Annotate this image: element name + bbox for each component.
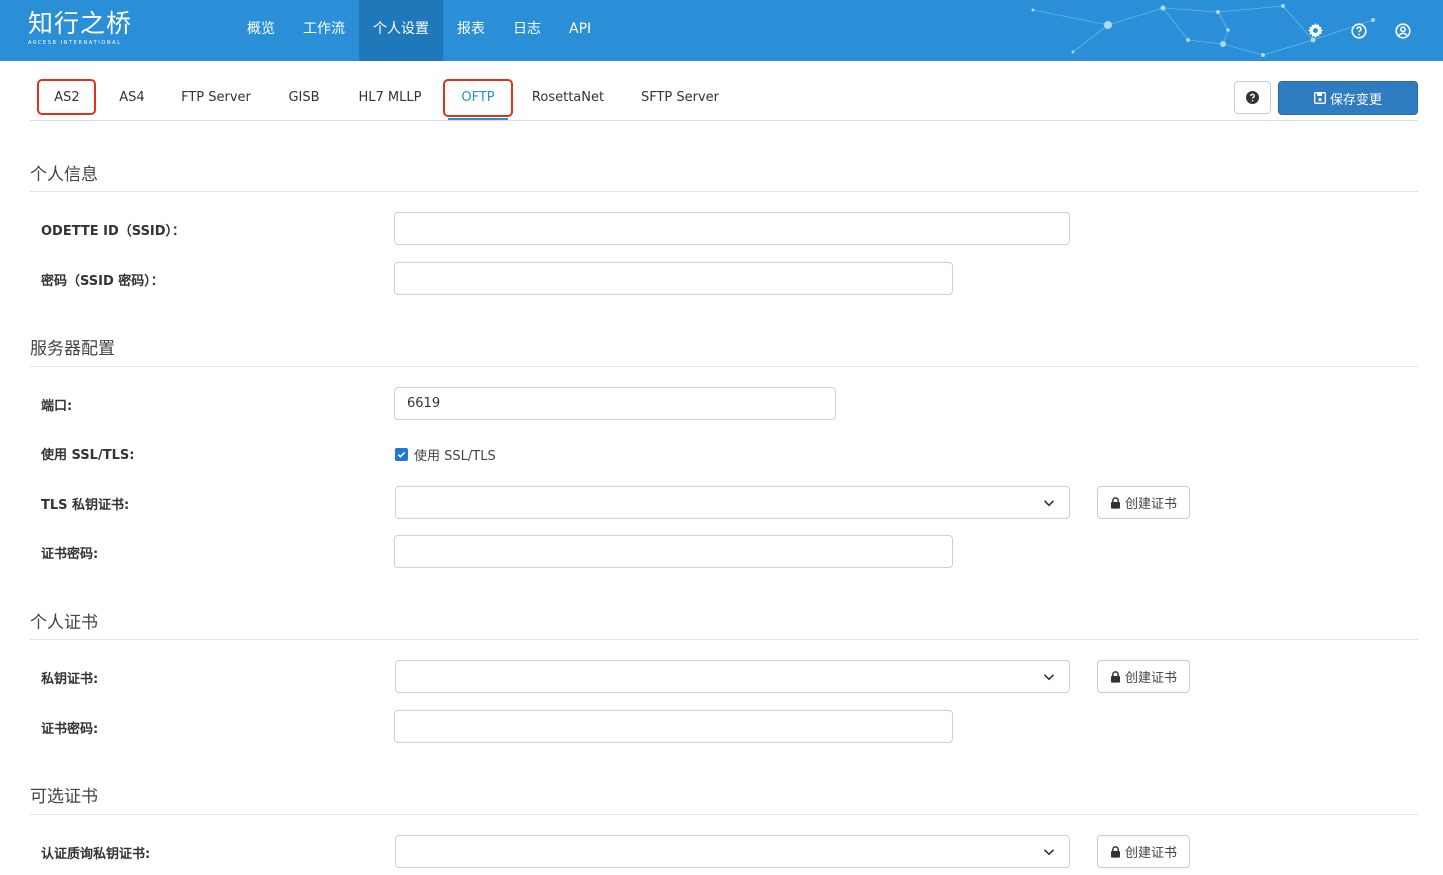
port-label: 端口: (41, 399, 73, 414)
top-navbar: 知行之桥 ARCESB INTERNATIONAL 概览 工作流 个人设置 报表… (0, 0, 1443, 61)
nav-item-profile[interactable]: 个人设置 (359, 0, 443, 61)
top-icon-group (1305, 0, 1413, 61)
tls-cert-label: TLS 私钥证书: (41, 498, 130, 513)
ssl-tls-label: 使用 SSL/TLS: (41, 448, 135, 463)
gear-icon[interactable] (1305, 21, 1325, 41)
section-title-personal-cert: 个人证书 (30, 613, 98, 633)
tab-rosettanet[interactable]: RosettaNet (527, 82, 609, 120)
tab-sftp-server[interactable]: SFTP Server (633, 82, 727, 120)
lock-icon (1110, 845, 1120, 858)
lock-icon (1110, 670, 1120, 683)
section-title-optional-cert: 可选证书 (30, 787, 98, 807)
brand-logo[interactable]: 知行之桥 ARCESB INTERNATIONAL (28, 10, 132, 47)
odette-id-label: ODETTE ID（SSID）： (41, 224, 186, 239)
server-cert-password-label: 证书密码: (41, 547, 99, 562)
section-title-server-config: 服务器配置 (30, 339, 115, 359)
create-cert-label: 创建证书 (1124, 846, 1177, 861)
create-cert-label: 创建证书 (1124, 671, 1177, 686)
tab-as2[interactable]: AS2 (42, 82, 92, 120)
create-private-cert-button[interactable]: 创建证书 (1097, 660, 1190, 693)
section-divider (30, 191, 1418, 192)
tls-cert-select[interactable] (395, 486, 1070, 519)
checkmark-icon (397, 451, 406, 458)
tab-as4[interactable]: AS4 (112, 82, 152, 120)
ssid-password-label: 密码（SSID 密码）： (41, 274, 164, 289)
private-cert-select[interactable] (395, 660, 1070, 693)
chevron-down-icon (1043, 849, 1055, 856)
tab-gisb[interactable]: GISB (280, 82, 328, 120)
save-changes-button[interactable]: 保存变更 (1278, 81, 1418, 115)
auth-challenge-cert-label: 认证质询私钥证书: (41, 847, 151, 862)
nav-item-workflow[interactable]: 工作流 (289, 0, 359, 61)
save-changes-label: 保存变更 (1329, 92, 1382, 108)
private-cert-label: 私钥证书: (41, 672, 99, 687)
nav-item-reports[interactable]: 报表 (443, 0, 499, 61)
section-divider (30, 366, 1418, 367)
auth-challenge-cert-select[interactable] (395, 835, 1070, 868)
tab-hl7-mllp[interactable]: HL7 MLLP (350, 82, 430, 120)
nav-item-overview[interactable]: 概览 (233, 0, 289, 61)
user-circle-icon[interactable] (1393, 21, 1413, 41)
floppy-disk-icon (1314, 92, 1326, 104)
section-title-personal-info: 个人信息 (30, 165, 98, 185)
chevron-down-icon (1043, 674, 1055, 681)
section-divider (30, 639, 1418, 640)
logo-subtext: ARCESB INTERNATIONAL (28, 40, 122, 46)
lock-icon (1110, 496, 1120, 509)
tab-ftp-server[interactable]: FTP Server (175, 82, 257, 120)
port-input[interactable] (394, 387, 836, 420)
nav-item-logs[interactable]: 日志 (499, 0, 555, 61)
main-nav: 概览 工作流 个人设置 报表 日志 API (233, 0, 605, 61)
ssid-password-input[interactable] (394, 262, 953, 295)
create-auth-cert-button[interactable]: 创建证书 (1097, 835, 1190, 868)
question-circle-icon[interactable] (1349, 21, 1369, 41)
chevron-down-icon (1043, 500, 1055, 507)
create-cert-label: 创建证书 (1124, 497, 1177, 512)
server-cert-password-input[interactable] (394, 535, 953, 568)
ssl-tls-checkbox-group: 使用 SSL/TLS (395, 445, 496, 464)
ssl-tls-checkbox-label[interactable]: 使用 SSL/TLS (414, 445, 496, 464)
personal-cert-password-input[interactable] (394, 710, 953, 743)
personal-cert-password-label: 证书密码: (41, 722, 99, 737)
question-icon (1246, 91, 1259, 104)
tab-oftp[interactable]: OFTP (448, 82, 508, 120)
help-button[interactable] (1234, 81, 1271, 114)
create-tls-cert-button[interactable]: 创建证书 (1097, 486, 1190, 519)
nav-item-api[interactable]: API (555, 0, 605, 61)
section-divider (30, 814, 1418, 815)
odette-id-input[interactable] (394, 212, 1070, 245)
logo-text: 知行之桥 (28, 9, 133, 38)
ssl-tls-checkbox[interactable] (395, 448, 408, 461)
protocol-tabs: AS2 AS4 FTP Server GISB HL7 MLLP OFTP Ro… (30, 78, 1418, 121)
